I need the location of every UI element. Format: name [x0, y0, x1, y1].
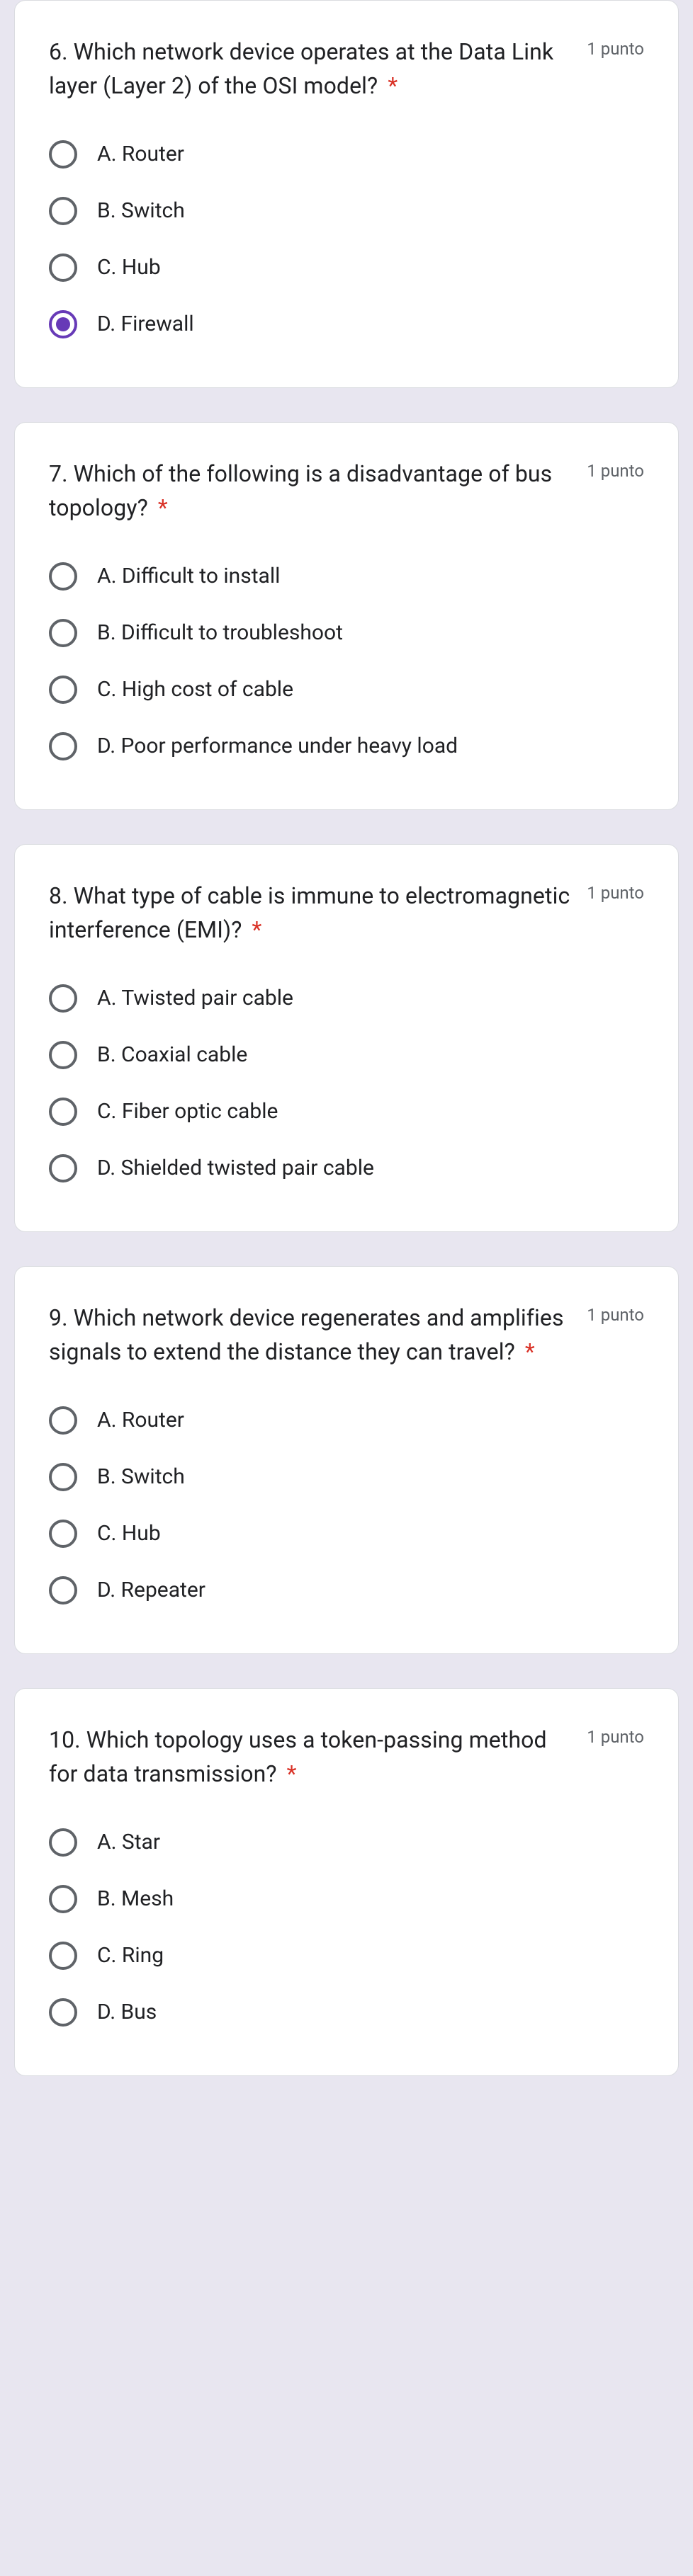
option-label: B. Mesh [97, 1884, 174, 1914]
option-label: D. Shielded twisted pair cable [97, 1153, 374, 1183]
question-header: 8. What type of cable is immune to elect… [49, 879, 644, 947]
option-label: B. Coaxial cable [97, 1040, 247, 1070]
option-label: B. Switch [97, 1462, 185, 1492]
question-card: 10. Which topology uses a token-passing … [14, 1688, 679, 2076]
option-b[interactable]: B. Switch [49, 1454, 644, 1500]
option-label: A. Difficult to install [97, 562, 280, 591]
option-a[interactable]: A. Difficult to install [49, 553, 644, 600]
radio-icon [49, 1885, 77, 1913]
question-title: 7. Which of the following is a disadvant… [49, 460, 552, 521]
option-label: D. Firewall [97, 309, 194, 339]
option-c[interactable]: C. High cost of cable [49, 666, 644, 713]
option-label: D. Repeater [97, 1575, 205, 1605]
question-header: 10. Which topology uses a token-passing … [49, 1723, 644, 1791]
question-card: 9. Which network device regenerates and … [14, 1266, 679, 1654]
option-a[interactable]: A. Router [49, 131, 644, 178]
option-b[interactable]: B. Mesh [49, 1876, 644, 1922]
option-label: A. Router [97, 1406, 184, 1435]
required-asterisk: * [525, 1338, 535, 1365]
radio-icon [49, 732, 77, 760]
radio-icon [49, 1828, 77, 1857]
radio-icon [49, 1520, 77, 1548]
option-d[interactable]: D. Repeater [49, 1567, 644, 1614]
radio-icon [49, 562, 77, 591]
options-group: A. Star B. Mesh C. Ring D. Bus [49, 1819, 644, 2036]
required-asterisk: * [287, 1760, 297, 1787]
points-label: 1 punto [587, 461, 644, 481]
option-a[interactable]: A. Star [49, 1819, 644, 1866]
option-label: C. Hub [97, 253, 161, 283]
option-a[interactable]: A. Twisted pair cable [49, 975, 644, 1022]
options-group: A. Twisted pair cable B. Coaxial cable C… [49, 975, 644, 1192]
question-title: 8. What type of cable is immune to elect… [49, 882, 570, 943]
question-title: 6. Which network device operates at the … [49, 38, 553, 99]
option-label: A. Star [97, 1828, 160, 1857]
question-text: 7. Which of the following is a disadvant… [49, 457, 578, 525]
radio-icon [49, 619, 77, 647]
radio-icon [49, 1154, 77, 1182]
option-c[interactable]: C. Fiber optic cable [49, 1088, 644, 1135]
option-b[interactable]: B. Difficult to troubleshoot [49, 610, 644, 656]
options-group: A. Difficult to install B. Difficult to … [49, 553, 644, 770]
option-a[interactable]: A. Router [49, 1397, 644, 1444]
question-header: 6. Which network device operates at the … [49, 35, 644, 103]
option-label: D. Bus [97, 1997, 157, 2027]
question-text: 6. Which network device operates at the … [49, 35, 578, 103]
radio-icon [49, 140, 77, 169]
option-label: A. Router [97, 139, 184, 169]
question-title: 9. Which network device regenerates and … [49, 1304, 564, 1365]
points-label: 1 punto [587, 1305, 644, 1325]
radio-icon [49, 984, 77, 1013]
options-group: A. Router B. Switch C. Hub D. Repeater [49, 1397, 644, 1614]
question-title: 10. Which topology uses a token-passing … [49, 1726, 547, 1787]
option-b[interactable]: B. Switch [49, 188, 644, 234]
radio-icon [49, 253, 77, 282]
question-card: 7. Which of the following is a disadvant… [14, 422, 679, 810]
option-c[interactable]: C. Ring [49, 1932, 644, 1979]
question-card: 6. Which network device operates at the … [14, 0, 679, 388]
radio-icon [49, 1463, 77, 1491]
radio-icon [49, 310, 77, 338]
option-c[interactable]: C. Hub [49, 1510, 644, 1557]
question-text: 9. Which network device regenerates and … [49, 1301, 578, 1369]
points-label: 1 punto [587, 1727, 644, 1747]
required-asterisk: * [252, 916, 262, 943]
radio-icon [49, 676, 77, 704]
radio-icon [49, 1576, 77, 1605]
option-d[interactable]: D. Poor performance under heavy load [49, 723, 644, 770]
option-d[interactable]: D. Bus [49, 1989, 644, 2036]
options-group: A. Router B. Switch C. Hub D. Firewall [49, 131, 644, 348]
required-asterisk: * [388, 72, 398, 99]
radio-icon [49, 1098, 77, 1126]
option-b[interactable]: B. Coaxial cable [49, 1032, 644, 1078]
radio-icon [49, 1041, 77, 1069]
radio-icon [49, 1998, 77, 2027]
question-card: 8. What type of cable is immune to elect… [14, 844, 679, 1232]
option-c[interactable]: C. Hub [49, 244, 644, 291]
radio-icon [49, 1942, 77, 1970]
question-text: 8. What type of cable is immune to elect… [49, 879, 578, 947]
question-header: 9. Which network device regenerates and … [49, 1301, 644, 1369]
option-label: C. Hub [97, 1519, 161, 1549]
option-label: C. Ring [97, 1941, 164, 1971]
option-label: C. High cost of cable [97, 675, 293, 705]
option-label: A. Twisted pair cable [97, 984, 293, 1013]
option-label: C. Fiber optic cable [97, 1097, 278, 1127]
option-label: B. Difficult to troubleshoot [97, 618, 343, 648]
radio-icon [49, 197, 77, 225]
points-label: 1 punto [587, 39, 644, 59]
option-label: B. Switch [97, 196, 185, 226]
points-label: 1 punto [587, 883, 644, 903]
question-header: 7. Which of the following is a disadvant… [49, 457, 644, 525]
option-d[interactable]: D. Firewall [49, 301, 644, 348]
option-label: D. Poor performance under heavy load [97, 731, 458, 761]
radio-icon [49, 1406, 77, 1435]
required-asterisk: * [158, 494, 168, 521]
question-text: 10. Which topology uses a token-passing … [49, 1723, 578, 1791]
option-d[interactable]: D. Shielded twisted pair cable [49, 1145, 644, 1192]
